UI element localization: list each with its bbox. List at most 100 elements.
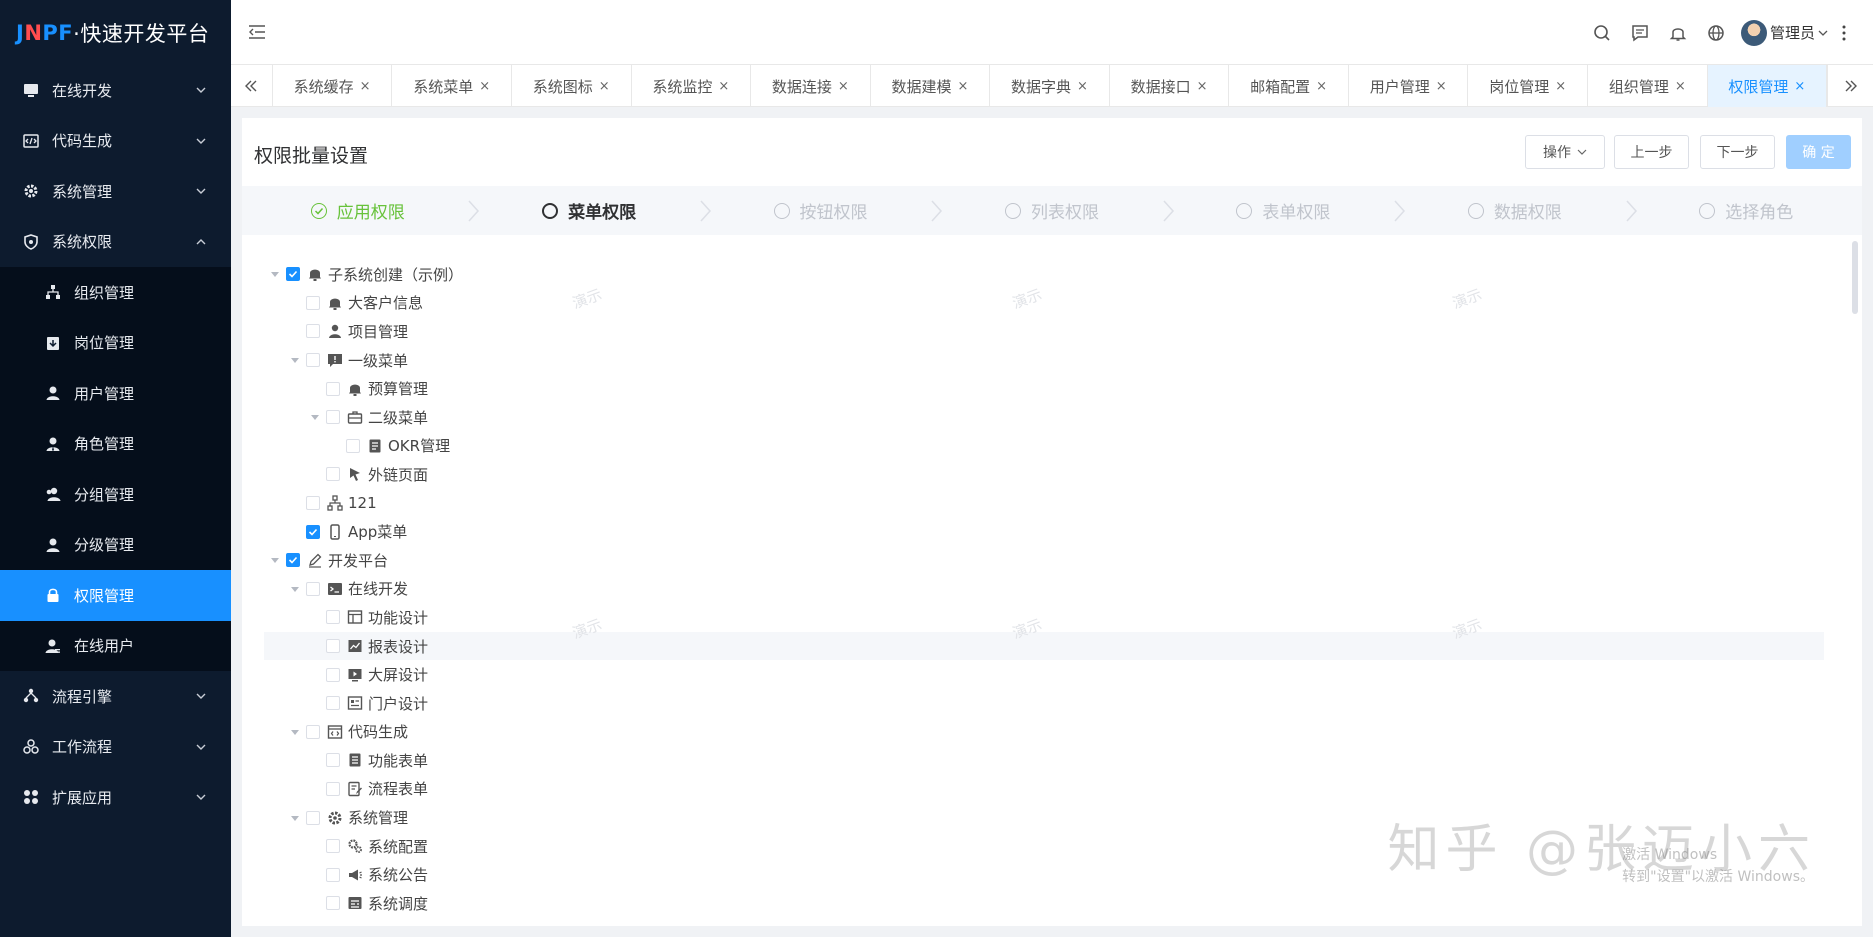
tree-node[interactable]: 预算管理: [264, 374, 1824, 403]
tree-node-checkbox[interactable]: [326, 696, 340, 711]
tree-node[interactable]: App菜单: [264, 517, 1824, 546]
globe-icon[interactable]: [1697, 24, 1735, 42]
tree-node[interactable]: 代码生成: [264, 718, 1824, 747]
tree-node[interactable]: 121: [264, 489, 1824, 518]
tree-node-checkbox[interactable]: [326, 781, 340, 796]
chevron-down-icon[interactable]: [1817, 27, 1829, 39]
caret-down-icon[interactable]: [288, 353, 302, 367]
sidebar-item-extensions[interactable]: 扩展应用: [0, 772, 231, 823]
close-icon[interactable]: ×: [718, 79, 729, 94]
step-item[interactable]: 列表权限: [936, 186, 1174, 235]
tree-node-checkbox[interactable]: [326, 839, 340, 854]
tree-node-checkbox[interactable]: [286, 553, 300, 568]
tab-data-interface[interactable]: 数据接口 ×: [1110, 65, 1230, 107]
tab-org-manage[interactable]: 组织管理 ×: [1588, 65, 1708, 107]
tree-node-checkbox[interactable]: [326, 667, 340, 682]
close-icon[interactable]: ×: [1675, 79, 1686, 94]
confirm-button[interactable]: 确 定: [1786, 135, 1851, 169]
tab-system-cache[interactable]: 系统缓存 ×: [273, 65, 393, 107]
tree-node[interactable]: 功能表单: [264, 746, 1824, 775]
caret-down-icon[interactable]: [288, 811, 302, 825]
menu-fold-icon[interactable]: [247, 22, 267, 42]
tree-node-checkbox[interactable]: [306, 524, 320, 539]
tree-node-checkbox[interactable]: [306, 353, 320, 368]
scrollbar-thumb[interactable]: [1852, 241, 1858, 314]
tree-node[interactable]: 一级菜单: [264, 346, 1824, 375]
step-item[interactable]: 菜单权限: [473, 186, 711, 235]
tree-node-checkbox[interactable]: [286, 267, 300, 282]
search-icon[interactable]: [1583, 24, 1621, 42]
tree-node-checkbox[interactable]: [326, 896, 340, 911]
close-icon[interactable]: ×: [1436, 79, 1447, 94]
caret-down-icon[interactable]: [268, 553, 282, 567]
app-logo[interactable]: J N PF ·快速开发平台: [0, 0, 231, 65]
sidebar-item-role[interactable]: 角色管理: [0, 419, 231, 470]
tree-node[interactable]: 流程表单: [264, 775, 1824, 804]
tab-scroll-left[interactable]: [231, 65, 273, 107]
sidebar-item-permission-manage[interactable]: 权限管理: [0, 570, 231, 621]
tree-node[interactable]: 功能设计: [264, 603, 1824, 632]
tree-node-checkbox[interactable]: [306, 581, 320, 596]
bell-icon[interactable]: [1659, 24, 1697, 42]
more-vertical-icon[interactable]: [1829, 24, 1859, 42]
close-icon[interactable]: ×: [1794, 79, 1805, 94]
step-item[interactable]: 表单权限: [1168, 186, 1406, 235]
message-icon[interactable]: [1621, 24, 1659, 42]
tree-node-checkbox[interactable]: [306, 295, 320, 310]
sidebar-item-post[interactable]: 岗位管理: [0, 318, 231, 369]
tree-node-checkbox[interactable]: [306, 324, 320, 339]
tab-user-manage[interactable]: 用户管理 ×: [1349, 65, 1469, 107]
sidebar-item-system-manage[interactable]: 系统管理: [0, 166, 231, 217]
tab-data-dictionary[interactable]: 数据字典 ×: [990, 65, 1110, 107]
tree-node-checkbox[interactable]: [306, 810, 320, 825]
sidebar-item-online-user[interactable]: 在线用户: [0, 621, 231, 672]
tab-permission-manage[interactable]: 权限管理 ×: [1707, 65, 1828, 107]
operations-dropdown[interactable]: 操作: [1525, 135, 1605, 169]
tree-node-checkbox[interactable]: [326, 467, 340, 482]
close-icon[interactable]: ×: [957, 79, 968, 94]
close-icon[interactable]: ×: [360, 79, 371, 94]
sidebar-item-group[interactable]: 分组管理: [0, 469, 231, 520]
tree-node[interactable]: 项目管理: [264, 317, 1824, 346]
tree-node[interactable]: 门户设计: [264, 689, 1824, 718]
tree-node[interactable]: 在线开发: [264, 575, 1824, 604]
tab-post-manage[interactable]: 岗位管理 ×: [1468, 65, 1589, 107]
tree-node[interactable]: 外链页面: [264, 460, 1824, 489]
step-item[interactable]: 应用权限: [242, 186, 480, 235]
step-item[interactable]: 按钮权限: [705, 186, 943, 235]
tree-node[interactable]: 二级菜单: [264, 403, 1824, 432]
sidebar-item-level[interactable]: 分级管理: [0, 520, 231, 571]
close-icon[interactable]: ×: [838, 79, 849, 94]
tab-data-connection[interactable]: 数据连接 ×: [751, 65, 871, 107]
prev-step-button[interactable]: 上一步: [1614, 135, 1689, 169]
next-step-button[interactable]: 下一步: [1700, 135, 1775, 169]
sidebar-item-org[interactable]: 组织管理: [0, 267, 231, 318]
tree-node-checkbox[interactable]: [306, 724, 320, 739]
tree-node[interactable]: OKR管理: [264, 432, 1824, 461]
tree-node-checkbox[interactable]: [326, 867, 340, 882]
tree-node-checkbox[interactable]: [326, 381, 340, 396]
caret-down-icon[interactable]: [288, 725, 302, 739]
tab-mail-config[interactable]: 邮箱配置 ×: [1229, 65, 1349, 107]
tree-node-checkbox[interactable]: [326, 753, 340, 768]
close-icon[interactable]: ×: [479, 79, 490, 94]
tree-node-checkbox[interactable]: [306, 496, 320, 511]
sidebar-item-online-dev[interactable]: 在线开发: [0, 65, 231, 116]
sidebar-item-code-gen[interactable]: 代码生成: [0, 116, 231, 167]
caret-down-icon[interactable]: [308, 410, 322, 424]
close-icon[interactable]: ×: [599, 79, 610, 94]
close-icon[interactable]: ×: [1316, 79, 1327, 94]
tree-node[interactable]: 子系统创建（示例）: [264, 260, 1824, 289]
step-item[interactable]: 数据权限: [1399, 186, 1637, 235]
caret-down-icon[interactable]: [268, 267, 282, 281]
close-icon[interactable]: ×: [1555, 79, 1566, 94]
step-item[interactable]: 选择角色: [1631, 186, 1862, 235]
tab-system-monitor[interactable]: 系统监控 ×: [632, 65, 752, 107]
caret-down-icon[interactable]: [288, 582, 302, 596]
sidebar-item-user[interactable]: 用户管理: [0, 368, 231, 419]
user-name[interactable]: 管理员: [1770, 22, 1815, 43]
tree-node[interactable]: 大屏设计: [264, 660, 1824, 689]
close-icon[interactable]: ×: [1077, 79, 1088, 94]
tab-scroll-right[interactable]: [1827, 65, 1873, 107]
avatar[interactable]: [1740, 19, 1767, 46]
